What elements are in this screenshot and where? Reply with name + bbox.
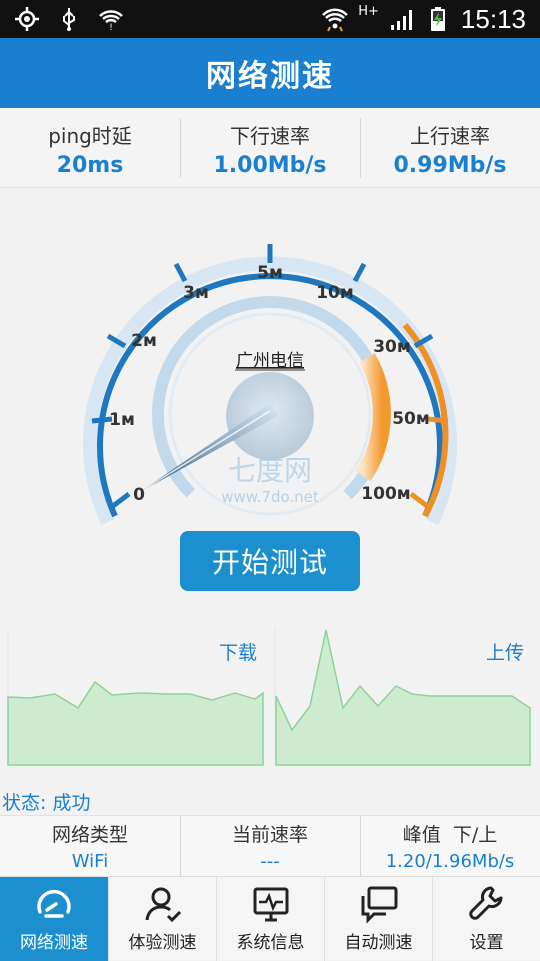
speed-gauge: 0 1м 2м 3м 5м 10м 30м 50м 100м 广州电信 七度网 … [83,244,457,532]
download-stat: 下行速率 1.00Mb/s [180,108,360,187]
tick-label-50m: 50м [392,409,430,429]
download-graph [7,680,264,766]
usb-icon [63,8,75,31]
bottom-tab-bar: 网络测速 体验测速 系统信息 自动测速 设置 [0,876,540,961]
status-bar: ! H+ 15:13 [0,0,540,38]
user-check-icon [145,887,181,923]
battery-charging-icon [430,7,445,31]
tick-label-100m: 100м [361,484,410,504]
tab-label: 网络测速 [20,933,88,953]
tab-auto-test[interactable]: 自动测速 [324,877,432,961]
current-speed-cell: 当前速率 --- [180,816,360,877]
watermark-url: www.7do.net [221,488,319,506]
clock: 15:13 [460,4,526,34]
monitor-pulse-icon [253,887,288,922]
upload-stat: 上行速率 0.99Mb/s [360,108,540,187]
wifi-icon [322,8,349,32]
download-label: 下行速率 [230,124,310,148]
network-type-value: WiFi [71,851,109,872]
tick-label-3m: 3м [183,283,209,303]
current-speed-label: 当前速率 [231,824,308,846]
start-test-button[interactable]: 开始测试 [180,531,360,591]
upload-graph-label: 上传 [486,642,525,664]
speedometer-icon [37,889,71,918]
network-type-label: H+ [358,3,379,19]
tab-label: 自动测速 [344,933,413,953]
peak-value: 1.20/1.96Mb/s [385,851,515,872]
upload-value: 0.99Mb/s [393,153,507,178]
wifi-alert-icon: ! [99,10,123,32]
connection-info: 网络类型 WiFi 当前速率 --- 峰值 下/上 1.20/1.96Mb/s [0,815,540,877]
status-text: 状态: 成功 [2,792,91,814]
upload-label: 上行速率 [410,124,490,148]
tick-label-1m: 1м [109,410,135,430]
watermark-cn: 七度网 [228,454,312,487]
wrench-icon [468,886,502,920]
signal-icon [390,10,412,30]
ping-stat: ping时延 20ms [0,108,180,187]
tick-label-30m: 30м [373,337,411,357]
chat-bubbles-icon [361,886,397,924]
tick-label-0: 0 [133,485,145,505]
speed-summary: ping时延 20ms 下行速率 1.00Mb/s 上行速率 0.99Mb/s [0,108,540,188]
isp-label: 广州电信 [236,351,304,371]
location-icon [15,7,39,31]
gauge-orange-band [355,353,391,481]
current-speed-value: --- [260,851,280,872]
peak-label: 峰值 下/上 [402,824,498,846]
tab-label: 设置 [469,933,504,953]
tab-speed-test[interactable]: 网络测速 [0,877,108,961]
tick-label-10m: 10м [316,283,354,303]
peak-cell: 峰值 下/上 1.20/1.96Mb/s [360,816,540,877]
tab-label: 体验测速 [128,933,197,953]
svg-text:!: ! [109,23,113,32]
ping-value: 20ms [56,153,124,178]
speed-graphs: 下载 上传 [0,610,540,785]
title-bar: 网络测速 [0,38,540,108]
download-graph-label: 下载 [219,642,258,664]
download-value: 1.00Mb/s [213,153,327,178]
ping-label: ping时延 [48,124,132,148]
tab-label: 系统信息 [236,933,305,953]
speed-graph-area [7,628,531,766]
tick-label-5m: 5м [257,263,283,283]
network-type-label: 网络类型 [51,824,128,846]
page-title: 网络测速 [206,59,334,94]
tab-settings[interactable]: 设置 [432,877,540,961]
tick-label-2m: 2м [131,331,157,351]
tab-system-info[interactable]: 系统信息 [216,877,324,961]
tab-experience-test[interactable]: 体验测速 [108,877,216,961]
network-type-cell: 网络类型 WiFi [0,816,180,876]
